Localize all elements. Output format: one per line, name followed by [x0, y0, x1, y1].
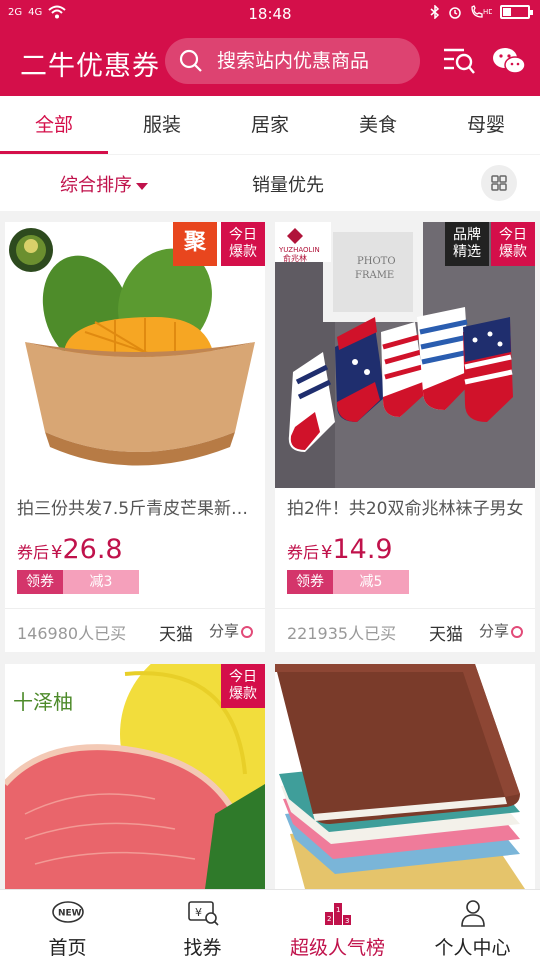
search-input[interactable]: [217, 50, 407, 72]
product-meta: 146980人已买 天猫 分享: [17, 620, 257, 645]
bottom-navigation: NEW 首页 ¥ 找券 213 超级人气榜 个人中心: [0, 889, 540, 960]
price-row: 券后 ¥14.9: [287, 534, 393, 565]
product-meta: 221935人已买 天猫 分享: [287, 620, 527, 645]
alarm-icon: [449, 7, 461, 19]
hd-call-icon: HD: [471, 5, 492, 18]
podium-icon: 213: [324, 903, 351, 925]
status-icons: HD: [430, 5, 533, 19]
coupon-button[interactable]: 领券 减5: [287, 570, 409, 594]
filter-search-icon[interactable]: [442, 46, 476, 76]
product-image-socks[interactable]: PHOTO FRAME YUZHAOLIN 俞兆林 品牌 精选 今日 爆款: [275, 222, 535, 488]
battery-icon: [500, 5, 533, 19]
tab-food[interactable]: 美食: [324, 96, 432, 154]
price-label: 券后: [17, 543, 50, 562]
tab-baby[interactable]: 母婴: [432, 96, 540, 154]
bought-count: 146980人已买: [17, 624, 127, 643]
shop-name: 天猫: [429, 625, 463, 645]
tab-all[interactable]: 全部: [0, 96, 108, 154]
frame-text: PHOTO: [357, 256, 396, 267]
product-card[interactable]: 十泽柚 今日 爆款: [5, 664, 265, 889]
svg-text:3: 3: [345, 917, 349, 925]
nav-profile-label: 个人中心: [434, 937, 511, 959]
sort-bar: 综合排序 销量优先: [0, 155, 540, 211]
brand-logo-pomelo: 十泽柚: [13, 690, 73, 714]
share-label: 分享: [478, 622, 509, 640]
product-image-notebooks[interactable]: [275, 664, 535, 889]
ju-badge: 聚: [173, 222, 217, 266]
product-card[interactable]: 聚 今日 爆款 拍三份共发7.5斤青皮芒果新鲜水果 券后¥26.8 领券 减3 …: [5, 222, 265, 652]
layout-toggle-button[interactable]: [481, 165, 517, 201]
svg-text:1: 1: [336, 906, 340, 914]
status-bar: 2G 4G 18:48 HD: [0, 0, 540, 28]
price-value: 14.9: [332, 534, 393, 565]
shop-name: 天猫: [159, 625, 193, 645]
price-value: 26.8: [62, 534, 123, 565]
wechat-icon[interactable]: [492, 46, 526, 76]
currency-symbol: ¥: [51, 542, 63, 563]
bluetooth-icon: [430, 5, 440, 19]
share-icon: [241, 625, 253, 638]
bought-count: 221935人已买: [287, 624, 397, 643]
app-title: 二牛优惠券: [20, 51, 160, 82]
product-card[interactable]: [275, 664, 535, 889]
coupon-value: 减3: [63, 570, 139, 594]
coupon-button[interactable]: 领券 减3: [17, 570, 139, 594]
share-button[interactable]: 分享: [479, 620, 523, 641]
product-title[interactable]: 拍2件！共20双俞兆林袜子男女: [287, 494, 525, 519]
share-button[interactable]: 分享: [209, 620, 253, 641]
divider: [5, 608, 265, 609]
brand-logo-cn: 俞兆林: [283, 253, 307, 263]
search-box[interactable]: [165, 38, 420, 84]
coupon-icon-text: ¥: [195, 906, 202, 919]
sort-comprehensive[interactable]: 综合排序: [60, 171, 148, 197]
brand-logo-en: YUZHAOLIN: [278, 246, 320, 254]
today-hot-badge: 今日 爆款: [221, 664, 265, 708]
app-header: 二牛优惠券: [0, 28, 540, 96]
today-hot-badge: 今日 爆款: [221, 222, 265, 266]
nav-super-ranking-label: 超级人气榜: [289, 937, 385, 959]
category-tabs: 全部 服装 居家 美食 母婴: [0, 96, 540, 154]
nav-find-coupon-label: 找券: [183, 937, 222, 959]
caret-down-icon: [136, 182, 148, 190]
tab-home[interactable]: 居家: [216, 96, 324, 154]
coupon-value: 减5: [333, 570, 409, 594]
nav-home[interactable]: NEW 首页: [0, 890, 135, 960]
currency-symbol: ¥: [321, 542, 333, 563]
new-badge-text: NEW: [58, 909, 82, 919]
price-row: 券后 ¥26.8: [17, 534, 123, 565]
today-hot-badge: 今日 爆款: [491, 222, 535, 266]
person-icon: [460, 900, 485, 927]
coupon-search-icon: ¥: [187, 901, 219, 926]
product-card[interactable]: PHOTO FRAME YUZHAOLIN 俞兆林 品牌 精选 今日 爆款 拍2…: [275, 222, 535, 652]
share-icon: [511, 625, 523, 638]
brand-select-badge: 品牌 精选: [445, 222, 489, 266]
divider: [275, 608, 535, 609]
coupon-tag: 领券: [287, 570, 333, 594]
search-icon: [179, 49, 202, 72]
svg-text:2: 2: [327, 915, 331, 923]
product-image-pomelo[interactable]: 十泽柚 今日 爆款: [5, 664, 265, 889]
frame-text-2: FRAME: [355, 270, 394, 281]
share-label: 分享: [208, 622, 239, 640]
nav-super-ranking[interactable]: 213 超级人气榜: [270, 890, 405, 960]
nav-find-coupon[interactable]: ¥ 找券: [135, 890, 270, 960]
product-image-mango[interactable]: 聚 今日 爆款: [5, 222, 265, 488]
product-title[interactable]: 拍三份共发7.5斤青皮芒果新鲜水果: [17, 494, 255, 519]
grid-icon: [491, 175, 507, 191]
nav-profile[interactable]: 个人中心: [405, 890, 540, 960]
sort-by-sales[interactable]: 销量优先: [252, 171, 324, 197]
sort-comprehensive-label: 综合排序: [60, 175, 132, 196]
nav-home-label: 首页: [48, 937, 87, 959]
new-badge-icon: NEW: [51, 901, 84, 923]
price-label: 券后: [287, 543, 320, 562]
svg-text:HD: HD: [483, 8, 492, 16]
coupon-tag: 领券: [17, 570, 63, 594]
tab-clothing[interactable]: 服装: [108, 96, 216, 154]
